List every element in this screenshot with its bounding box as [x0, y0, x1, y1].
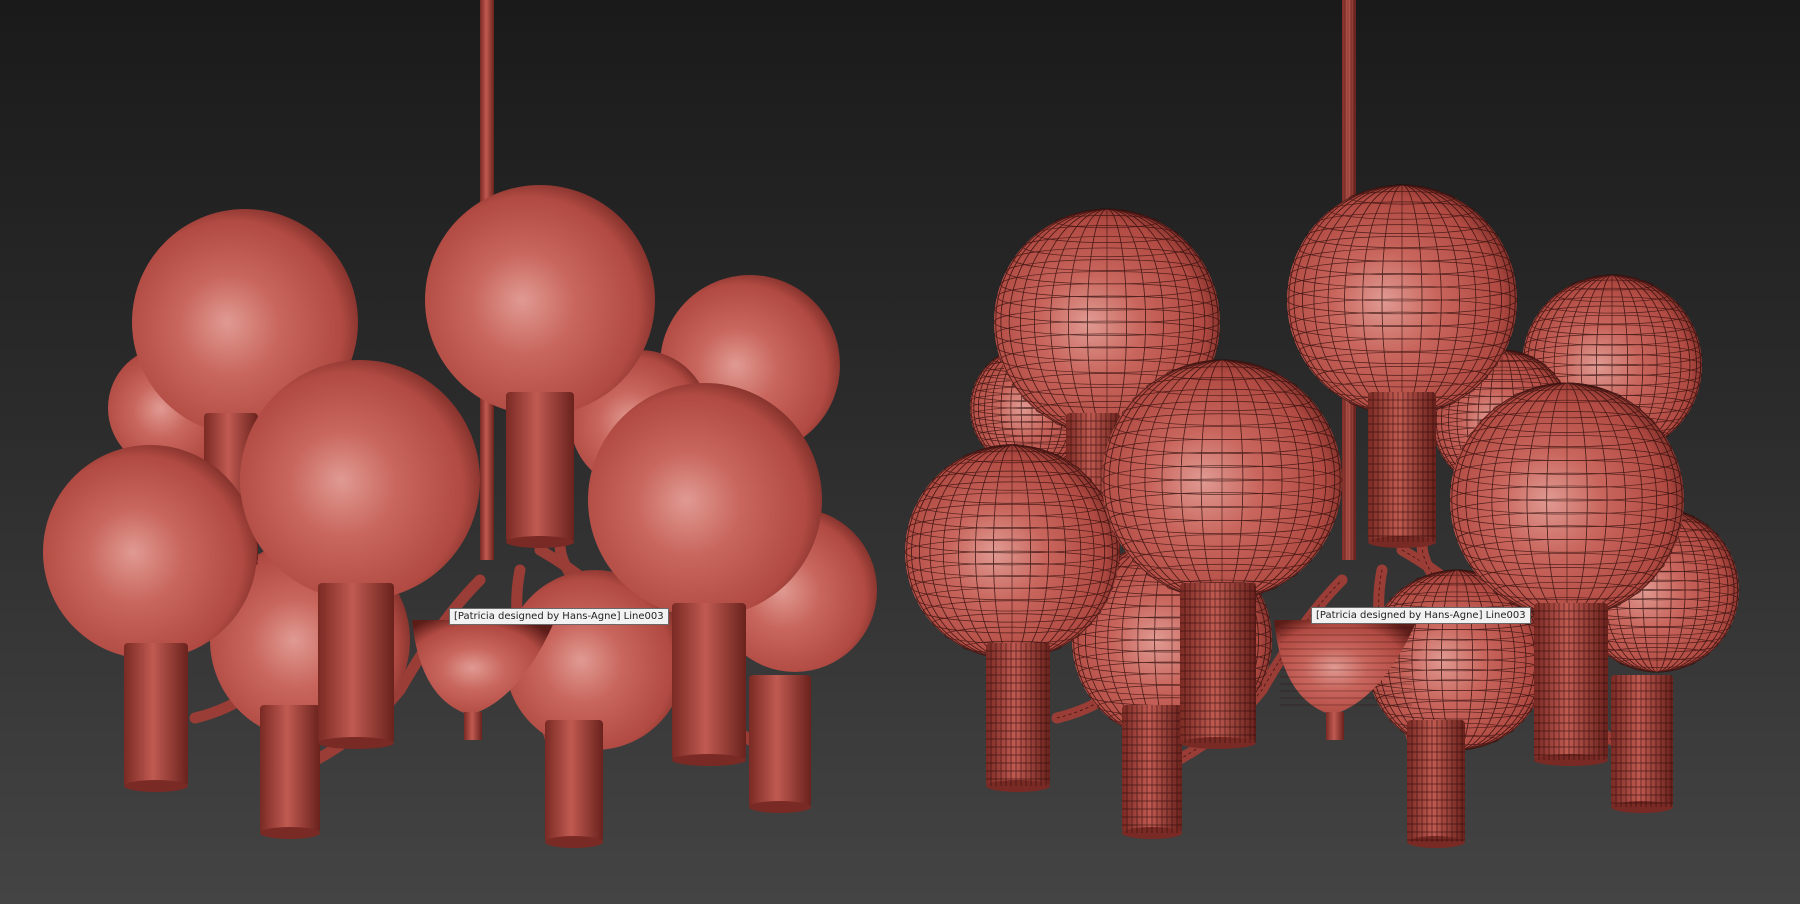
- chandelier-model[interactable]: [904, 0, 1740, 848]
- object-tooltip-shaded: [Patricia designed by Hans-Agne] Line003: [449, 608, 669, 625]
- object-tooltip-wireframe: [Patricia designed by Hans-Agne] Line003: [1311, 607, 1531, 624]
- viewport-wireframe[interactable]: [900, 0, 1800, 904]
- globe-lamp: [904, 444, 1120, 792]
- viewport-stage[interactable]: [Patricia designed by Hans-Agne] Line003…: [0, 0, 1800, 904]
- globe-lamp: [43, 445, 257, 792]
- viewport-shaded[interactable]: [0, 0, 900, 904]
- chandelier-model[interactable]: [43, 0, 877, 848]
